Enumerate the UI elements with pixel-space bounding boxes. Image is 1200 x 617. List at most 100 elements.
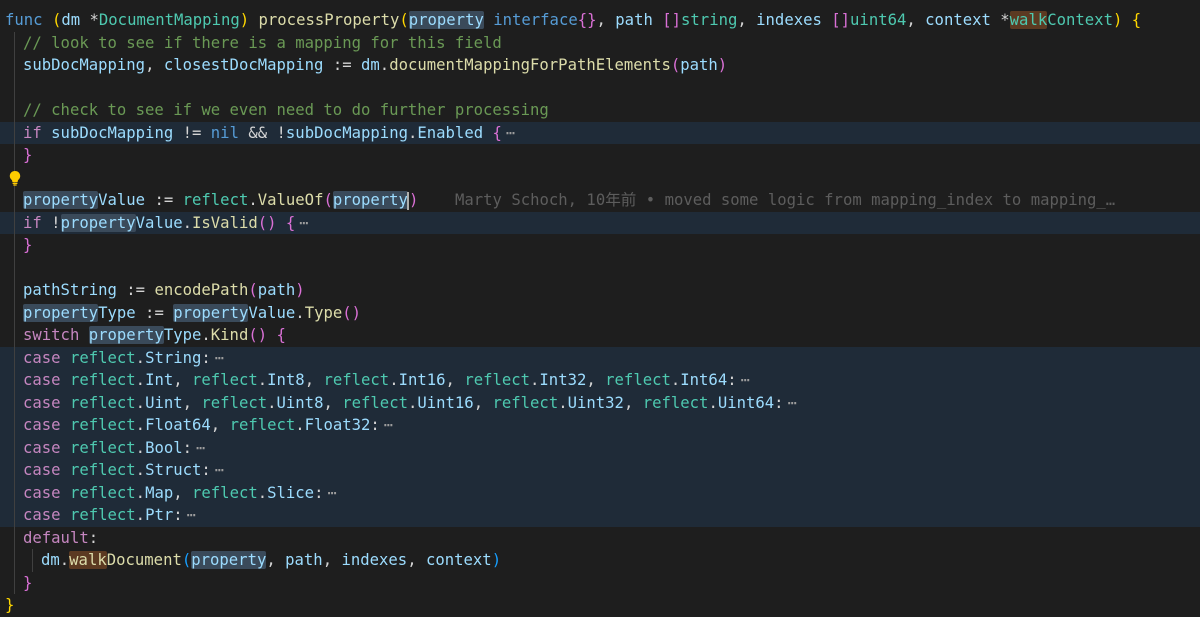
code-line-11[interactable]: }: [0, 234, 1200, 257]
code-token: :: [314, 483, 324, 502]
lightbulb-icon[interactable]: [8, 170, 22, 186]
folded-region-ellipsis[interactable]: ⋯: [506, 122, 515, 145]
code-token: reflect: [464, 371, 531, 389]
code-token: .: [248, 191, 258, 209]
code-line-3[interactable]: subDocMapping, closestDocMapping := dm.d…: [0, 54, 1200, 77]
code-line-18[interactable]: case reflect.Uint, reflect.Uint8, reflec…: [0, 391, 1200, 415]
code-token: ,: [586, 371, 606, 389]
code-line-15[interactable]: switch propertyType.Kind() {: [0, 324, 1200, 347]
code-token: reflect: [323, 371, 390, 389]
code-token: .: [135, 348, 146, 367]
code-line-9[interactable]: propertyValue := reflect.ValueOf(propert…: [0, 189, 1200, 212]
code-line-20[interactable]: case reflect.Bool: ⋯: [0, 436, 1200, 460]
code-line-25[interactable]: dm.walkDocument(property, path, indexes,…: [0, 549, 1200, 572]
code-token: :=: [323, 56, 362, 74]
code-content: dm.walkDocument(property, path, indexes,…: [41, 549, 501, 572]
code-token: Int16: [398, 371, 446, 389]
indent-guide: [14, 526, 15, 549]
code-editor[interactable]: func (dm *DocumentMapping) processProper…: [0, 0, 1200, 614]
code-token: Type: [163, 326, 202, 344]
code-token: ,: [407, 551, 426, 569]
code-content: }: [5, 594, 14, 617]
code-token: Document: [106, 551, 182, 569]
code-line-21[interactable]: case reflect.Struct: ⋯: [0, 459, 1200, 482]
code-line-7[interactable]: }: [0, 144, 1200, 167]
code-token: Value: [98, 191, 146, 209]
code-token: reflect: [182, 191, 249, 209]
code-token: (: [248, 281, 258, 299]
folded-region-ellipsis[interactable]: ⋯: [187, 504, 196, 527]
code-line-6[interactable]: if subDocMapping != nil && !subDocMappin…: [0, 121, 1200, 145]
code-token: if: [23, 123, 52, 142]
code-line-2[interactable]: // look to see if there is a mapping for…: [0, 31, 1200, 54]
code-line-24[interactable]: default:: [0, 526, 1200, 549]
code-token: Uint64: [717, 393, 775, 412]
code-token: .: [135, 506, 146, 524]
folded-region-ellipsis[interactable]: ⋯: [327, 482, 336, 505]
code-token: (): [342, 303, 362, 322]
indent-guide: [14, 324, 15, 347]
indent-guide: [14, 369, 15, 392]
code-token: (: [181, 551, 192, 569]
code-token: walk: [1009, 11, 1048, 29]
code-content: case reflect.Uint, reflect.Uint8, reflec…: [23, 392, 797, 415]
code-token: ,: [266, 551, 286, 569]
code-token: .: [257, 483, 268, 502]
code-token: indexes: [341, 551, 408, 569]
code-token: DocumentMapping: [98, 11, 240, 29]
code-line-13[interactable]: pathString := encodePath(path): [0, 279, 1200, 302]
code-line-8[interactable]: [0, 166, 1200, 189]
folded-region-ellipsis[interactable]: ⋯: [788, 392, 797, 415]
code-token: .: [257, 371, 268, 389]
code-line-12[interactable]: [0, 256, 1200, 279]
code-token: path: [257, 281, 296, 299]
code-token: subDocMapping: [285, 123, 408, 142]
code-line-27[interactable]: }: [0, 594, 1200, 617]
code-line-14[interactable]: propertyType := propertyValue.Type(): [0, 301, 1200, 324]
code-token: uint64: [850, 11, 907, 29]
code-token: dm: [41, 551, 60, 569]
folded-region-ellipsis[interactable]: ⋯: [215, 347, 224, 370]
code-token: :: [201, 461, 211, 479]
code-line-10[interactable]: if !propertyValue.IsValid() {⋯: [0, 211, 1200, 235]
folded-region-ellipsis[interactable]: ⋯: [384, 414, 393, 437]
code-token: documentMappingForPathElements: [389, 56, 671, 74]
code-token: {: [1131, 11, 1142, 29]
code-token: Kind: [210, 326, 249, 344]
code-token: nil: [210, 123, 239, 142]
code-line-1[interactable]: func (dm *DocumentMapping) processProper…: [0, 9, 1200, 32]
code-token: func: [5, 11, 52, 29]
indent-guide: [14, 504, 15, 527]
code-token: Bool: [145, 438, 183, 457]
code-token: reflect: [492, 393, 559, 412]
code-token: context: [425, 551, 492, 569]
indent-guide: [14, 256, 15, 279]
code-line-16[interactable]: case reflect.String: ⋯: [0, 346, 1200, 370]
code-token: property: [88, 326, 164, 344]
code-content: case reflect.String: ⋯: [23, 347, 224, 370]
code-content: propertyValue := reflect.ValueOf(propert…: [23, 189, 418, 212]
code-token: && !: [238, 123, 286, 142]
code-token: ): [239, 11, 259, 29]
code-token: case: [23, 506, 70, 524]
code-token: pathString: [23, 281, 117, 299]
code-line-17[interactable]: case reflect.Int, reflect.Int8, reflect.…: [0, 369, 1200, 392]
code-line-5[interactable]: // check to see if we even need to do fu…: [0, 99, 1200, 122]
code-token: case: [23, 438, 70, 457]
folded-region-ellipsis[interactable]: ⋯: [741, 369, 750, 392]
code-content: }: [23, 144, 32, 167]
code-line-22[interactable]: case reflect.Map, reflect.Slice: ⋯: [0, 481, 1200, 505]
code-line-23[interactable]: case reflect.Ptr: ⋯: [0, 504, 1200, 527]
folded-region-ellipsis[interactable]: ⋯: [215, 459, 224, 482]
code-token: case: [23, 393, 70, 412]
code-token: processProperty: [258, 11, 400, 29]
folded-region-ellipsis[interactable]: ⋯: [299, 212, 308, 235]
code-line-26[interactable]: }: [0, 571, 1200, 594]
code-token: .: [135, 461, 146, 479]
code-line-19[interactable]: case reflect.Float64, reflect.Float32: ⋯: [0, 414, 1200, 437]
code-token: .: [407, 123, 418, 142]
folded-region-ellipsis[interactable]: ⋯: [196, 437, 205, 460]
code-line-4[interactable]: [0, 76, 1200, 99]
code-token: property: [23, 191, 99, 209]
code-token: .: [135, 416, 146, 434]
